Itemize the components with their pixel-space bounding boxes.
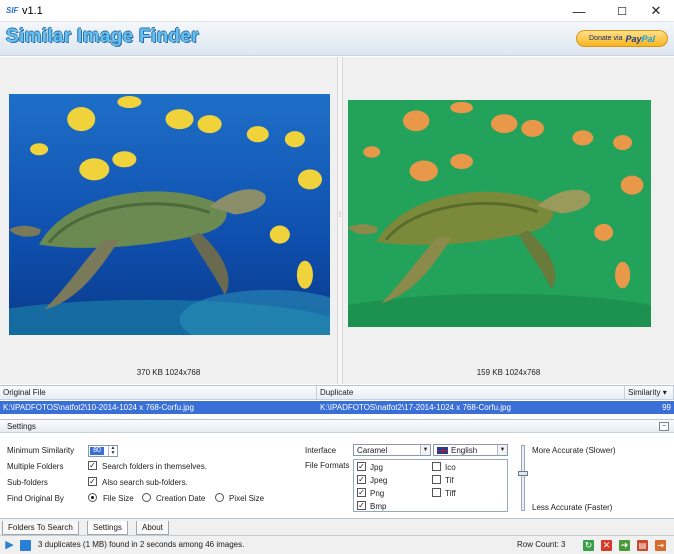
original-file-info: 370 KB 1024x768	[136, 368, 201, 377]
spinner-arrows-icon[interactable]: ▲ ▼	[108, 446, 117, 456]
format-jpeg-checkbox[interactable]: ✓	[357, 475, 366, 484]
radio-pixel-size[interactable]	[215, 493, 224, 502]
tab-about[interactable]: About	[136, 521, 169, 535]
move-icon[interactable]: ➜	[619, 540, 630, 551]
tab-settings[interactable]: Settings	[87, 521, 128, 535]
settings-title: Settings	[7, 422, 36, 431]
sort-arrow-icon: ▾	[662, 388, 667, 397]
delete-icon[interactable]: ✕	[601, 540, 612, 551]
export-icon[interactable]: ▤	[637, 540, 648, 551]
interface-label: Interface	[305, 446, 337, 455]
original-image	[9, 94, 330, 335]
accuracy-high-label: More Accurate (Slower)	[532, 446, 616, 455]
donate-paypal-button[interactable]: Donate via PayPal	[576, 30, 668, 47]
min-similarity-value[interactable]: 80	[90, 447, 104, 455]
original-preview-pane: 370 KB 1024x768	[0, 57, 337, 384]
interface-select[interactable]: Caramel ▼	[353, 444, 431, 456]
bottom-tabs: Folders To Search Settings About	[0, 518, 674, 535]
column-header-similarity[interactable]: Similarity ▾	[625, 386, 674, 400]
accuracy-low-label: Less Accurate (Faster)	[532, 503, 613, 512]
format-tif-label[interactable]: Tif	[445, 476, 454, 485]
maximize-button[interactable]: ☐	[607, 0, 637, 22]
close-button[interactable]: ✕	[641, 0, 671, 22]
status-bar: ▶ 3 duplicates (1 MB) found in 2 seconds…	[0, 535, 674, 554]
window-title: v1.1	[22, 5, 43, 17]
format-ico-checkbox[interactable]	[432, 462, 441, 471]
column-header-duplicate[interactable]: Duplicate	[317, 386, 625, 400]
row-original-path[interactable]: K:\IPADFOTOS\natfot2\10-2014-1024 x 768-…	[0, 401, 317, 414]
minimize-button[interactable]: —	[564, 0, 594, 22]
format-tiff-checkbox[interactable]	[432, 488, 441, 497]
radio-pixel-size-label[interactable]: Pixel Size	[229, 494, 264, 503]
app-name-logo: Similar Image Finder	[6, 26, 199, 47]
format-jpg-label[interactable]: Jpg	[370, 463, 383, 472]
donate-label: Donate via	[589, 35, 623, 42]
language-value: English	[451, 446, 478, 455]
multiple-folders-option[interactable]: Search folders in themselves.	[102, 462, 207, 471]
radio-file-size-label[interactable]: File Size	[103, 494, 134, 503]
accuracy-slider-track[interactable]	[521, 445, 525, 511]
play-icon[interactable]: ▶	[4, 540, 15, 551]
radio-creation-date-label[interactable]: Creation Date	[156, 494, 205, 503]
row-duplicate-path[interactable]: K:\IPADFOTOS\natfot2\17-2014-1024 x 768-…	[317, 401, 625, 414]
status-message: 3 duplicates (1 MB) found in 2 seconds a…	[38, 540, 245, 549]
format-jpeg-label[interactable]: Jpeg	[370, 476, 387, 485]
chevron-down-icon: ▼	[420, 445, 430, 455]
results-grid: Original File Duplicate Similarity ▾ K:\…	[0, 385, 674, 415]
interface-value: Caramel	[357, 446, 388, 455]
radio-file-size[interactable]	[88, 493, 97, 502]
column-header-original[interactable]: Original File	[0, 386, 317, 400]
duplicate-image	[348, 100, 651, 327]
subfolders-option[interactable]: Also search sub-folders.	[102, 478, 188, 487]
format-bmp-checkbox[interactable]: ✓	[357, 501, 366, 510]
row-similarity[interactable]: 99	[625, 401, 674, 414]
radio-creation-date[interactable]	[142, 493, 151, 502]
format-jpg-checkbox[interactable]: ✓	[357, 462, 366, 471]
format-png-checkbox[interactable]: ✓	[357, 488, 366, 497]
find-original-label: Find Original By	[7, 494, 64, 503]
settings-panel-header: Settings −	[0, 419, 674, 433]
subfolders-label: Sub-folders	[7, 478, 48, 487]
uk-flag-icon	[437, 447, 448, 454]
format-tiff-label[interactable]: Tiff	[445, 489, 456, 498]
min-similarity-spinner[interactable]: 80 ▲ ▼	[88, 445, 118, 457]
format-tif-checkbox[interactable]	[432, 475, 441, 484]
chevron-down-icon: ▼	[497, 445, 507, 455]
settings-panel: Minimum Similarity 80 ▲ ▼ Multiple Folder…	[0, 433, 674, 518]
file-formats-list: ✓ Jpg ✓ Jpeg ✓ Png ✓ Bmp Ico Tif Tiff	[353, 459, 508, 512]
collapse-settings-button[interactable]: −	[659, 422, 669, 431]
min-similarity-label: Minimum Similarity	[7, 446, 75, 455]
format-ico-label[interactable]: Ico	[445, 463, 456, 472]
subfolders-checkbox[interactable]: ✓	[88, 477, 97, 486]
title-bar: SIF v1.1 — ☐ ✕	[0, 0, 674, 22]
paypal-logo-icon: PayPal	[625, 33, 655, 44]
duplicate-preview-pane: 159 KB 1024x768	[343, 57, 674, 384]
stop-icon[interactable]	[20, 540, 31, 551]
multiple-folders-label: Multiple Folders	[7, 462, 64, 471]
duplicate-file-info: 159 KB 1024x768	[476, 368, 541, 377]
app-logo-icon: SIF	[6, 6, 19, 15]
row-count: Row Count: 3	[517, 540, 566, 549]
language-select[interactable]: English ▼	[433, 444, 508, 456]
app-header: Similar Image Finder Donate via PayPal	[0, 22, 674, 56]
accuracy-slider-handle[interactable]	[518, 471, 528, 476]
refresh-icon[interactable]: ↻	[583, 540, 594, 551]
tab-folders-to-search[interactable]: Folders To Search	[2, 521, 79, 535]
file-formats-label: File Formats	[305, 461, 350, 470]
format-png-label[interactable]: Png	[370, 489, 384, 498]
format-bmp-label[interactable]: Bmp	[370, 502, 386, 511]
multiple-folders-checkbox[interactable]: ✓	[88, 461, 97, 470]
exit-icon[interactable]: ⇥	[655, 540, 666, 551]
